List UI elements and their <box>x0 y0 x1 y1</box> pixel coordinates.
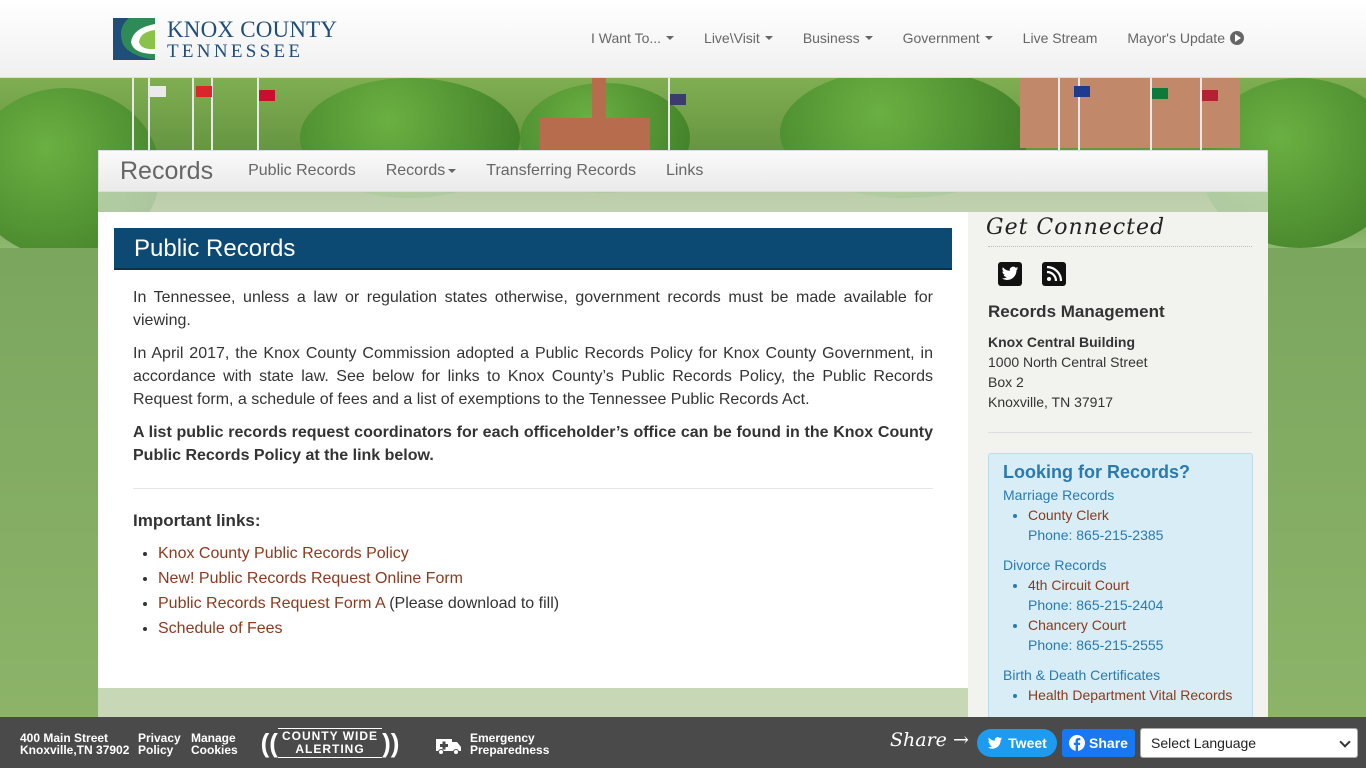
list-item: Schedule of Fees <box>158 616 933 641</box>
knox-county-logo-icon <box>113 18 155 60</box>
signal-right-icon: )) <box>382 728 400 758</box>
list-item: Chancery Court Phone: 865-215-2555 <box>1028 615 1238 655</box>
subnav-records-dropdown[interactable]: Records <box>386 162 457 180</box>
get-connected-heading: Get Connected <box>986 215 1166 240</box>
facebook-share-button[interactable]: Share <box>1062 729 1135 757</box>
marriage-records-list: County Clerk Phone: 865-215-2385 <box>1003 505 1238 545</box>
form-a-note: (Please download to fill) <box>384 595 560 612</box>
divider <box>988 246 1252 247</box>
caret-down-icon <box>764 36 773 40</box>
birth-death-list: Health Department Vital Records <box>1003 685 1238 705</box>
divorce-records-list: 4th Circuit Court Phone: 865-215-2404 Cha… <box>1003 575 1238 655</box>
rss-icon[interactable] <box>1042 262 1066 286</box>
manage-cookies-link[interactable]: Manage Cookies <box>191 732 238 756</box>
logo-line-2: TENNESSEE <box>167 40 304 62</box>
category-divorce-records[interactable]: Divorce Records <box>1003 555 1238 575</box>
list-item: Health Department Vital Records <box>1028 685 1238 705</box>
main-content: Public Records In Tennessee, unless a la… <box>98 212 968 688</box>
link-4th-circuit-court[interactable]: 4th Circuit Court <box>1028 577 1129 593</box>
knox-county-logo[interactable]: KNOX COUNTY TENNESSEE <box>113 17 343 61</box>
intro-paragraph: In Tennessee, unless a law or regulation… <box>133 289 933 329</box>
arrow-right-icon: → <box>952 729 969 751</box>
coordinators-paragraph: A list public records request coordinato… <box>133 424 933 464</box>
category-birth-death[interactable]: Birth & Death Certificates <box>1003 665 1238 685</box>
subnav-public-records[interactable]: Public Records <box>248 162 356 180</box>
phone-4th-circuit-court: Phone: 865-215-2404 <box>1028 597 1164 613</box>
page-title: Public Records <box>134 235 296 262</box>
twitter-icon <box>988 736 1003 749</box>
important-links-heading: Important links: <box>133 511 261 530</box>
nav-business[interactable]: Business <box>803 30 873 46</box>
chevron-down-icon <box>1339 736 1351 748</box>
content-divider <box>133 488 933 489</box>
emergency-preparedness-link[interactable]: Emergency Preparedness <box>470 732 549 756</box>
subnav-transferring-records[interactable]: Transferring Records <box>486 162 636 180</box>
caret-down-icon <box>984 36 993 40</box>
list-item: County Clerk Phone: 865-215-2385 <box>1028 505 1238 545</box>
site-footer: 400 Main Street Knoxville,TN 37902 Priva… <box>0 717 1366 768</box>
address-city: Knoxville, TN 37917 <box>988 394 1114 410</box>
signal-left-icon: (( <box>260 728 278 758</box>
caret-down-icon <box>448 169 457 173</box>
footer-address: 400 Main Street Knoxville,TN 37902 <box>20 731 130 757</box>
content-body: In Tennessee, unless a law or regulation… <box>133 286 933 641</box>
nav-live-visit[interactable]: Live\Visit <box>704 30 773 46</box>
twitter-icon[interactable] <box>998 262 1022 286</box>
caret-down-icon <box>864 36 873 40</box>
tweet-button[interactable]: Tweet <box>977 729 1057 757</box>
share-label: Share → <box>890 729 969 751</box>
facebook-icon <box>1069 735 1086 751</box>
list-item: Knox County Public Records Policy <box>158 541 933 566</box>
link-online-request-form[interactable]: New! Public Records Request Online Form <box>158 570 463 587</box>
subnav-links[interactable]: Links <box>666 162 703 180</box>
nav-mayors-update[interactable]: Mayor's Update <box>1127 30 1244 46</box>
link-county-clerk[interactable]: County Clerk <box>1028 507 1109 523</box>
county-wide-alerting-link[interactable]: (( COUNTY WIDE ALERTING )) <box>248 725 412 761</box>
policy-paragraph: In April 2017, the Knox County Commissio… <box>133 345 933 408</box>
looking-for-records-box: Looking for Records? Marriage Records Co… <box>988 453 1253 723</box>
link-public-records-policy[interactable]: Knox County Public Records Policy <box>158 545 409 562</box>
link-schedule-of-fees[interactable]: Schedule of Fees <box>158 620 283 637</box>
nav-i-want-to[interactable]: I Want To... <box>591 30 675 46</box>
caret-down-icon <box>666 36 675 40</box>
page-title-bar: Public Records <box>114 228 952 270</box>
link-health-department-vital-records[interactable]: Health Department Vital Records <box>1028 687 1232 703</box>
language-select[interactable]: Select Language <box>1140 728 1358 758</box>
link-chancery-court[interactable]: Chancery Court <box>1028 617 1126 633</box>
nav-government[interactable]: Government <box>903 30 993 46</box>
logo-line-1: KNOX COUNTY <box>167 16 338 42</box>
phone-county-clerk: Phone: 865-215-2385 <box>1028 527 1164 543</box>
sidebar: Get Connected Records Management Knox Ce… <box>968 212 1268 723</box>
divider <box>988 432 1252 433</box>
privacy-policy-link[interactable]: Privacy Policy <box>138 732 181 756</box>
play-circle-icon <box>1229 31 1244 45</box>
list-item: New! Public Records Request Online Form <box>158 566 933 591</box>
phone-chancery-court: Phone: 865-215-2555 <box>1028 637 1164 653</box>
important-links-list: Knox County Public Records Policy New! P… <box>133 541 933 641</box>
category-marriage-records[interactable]: Marriage Records <box>1003 485 1238 505</box>
link-request-form-a[interactable]: Public Records Request Form A <box>158 595 385 612</box>
nav-live-stream[interactable]: Live Stream <box>1023 30 1098 46</box>
department-address: Knox Central Building 1000 North Central… <box>988 332 1148 412</box>
looking-for-records-heading: Looking for Records? <box>1003 462 1191 482</box>
list-item: Public Records Request Form A (Please do… <box>158 591 933 616</box>
department-title: Records Management <box>988 302 1165 321</box>
list-item: 4th Circuit Court Phone: 865-215-2404 <box>1028 575 1238 615</box>
address-box: Box 2 <box>988 374 1024 390</box>
address-building: Knox Central Building <box>988 334 1135 350</box>
address-street: 1000 North Central Street <box>988 354 1148 370</box>
main-nav: I Want To... Live\Visit Business Governm… <box>591 30 1274 46</box>
site-header: KNOX COUNTY TENNESSEE I Want To... Live\… <box>0 0 1366 78</box>
ambulance-icon <box>436 737 462 755</box>
subnav-brand-records[interactable]: Records <box>120 157 213 186</box>
records-subnav: Records Public Records Records Transferr… <box>98 150 1268 192</box>
